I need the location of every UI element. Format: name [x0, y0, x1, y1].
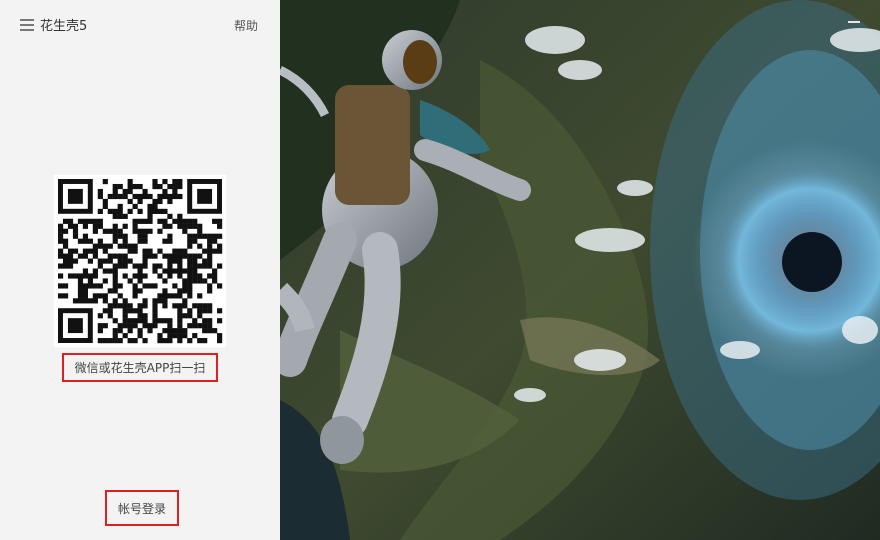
menu-button[interactable]: 花生壳5: [20, 15, 87, 34]
help-link[interactable]: 帮助: [234, 17, 258, 34]
app-title: 花生壳5: [40, 19, 88, 34]
qr-code-image: [54, 175, 226, 347]
minimize-icon[interactable]: [848, 13, 862, 25]
banner-image: [280, 0, 880, 540]
scan-tip-text: 微信或花生壳APP扫一扫: [62, 353, 218, 382]
hamburger-menu-icon[interactable]: [20, 19, 34, 31]
login-panel: 花生壳5 帮助 微信或花生壳APP扫一扫 帐号登录: [0, 0, 280, 540]
account-login-button[interactable]: 帐号登录: [105, 490, 179, 526]
